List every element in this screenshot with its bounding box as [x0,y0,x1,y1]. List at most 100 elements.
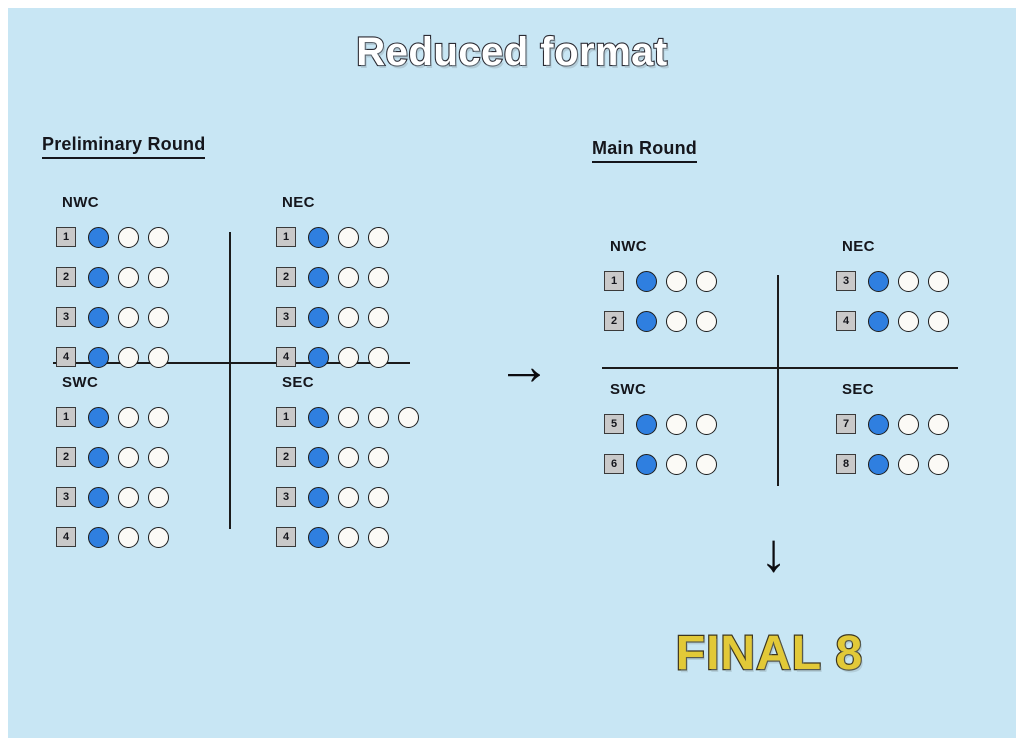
qualified-slot-dot [308,526,329,548]
seed-box: 2 [56,267,76,287]
seed-box: 6 [604,454,624,474]
open-slot-dot [338,306,359,328]
group-preliminary-nwc: NWC 1 2 3 4 [56,194,178,382]
group-label-swc: SWC [610,381,647,398]
open-slot-dot [118,266,139,288]
team-row: 7 [836,409,958,439]
open-slot-dot [118,346,139,368]
team-row: 4 [276,342,398,372]
group-preliminary-sec: SEC 1 2 3 4 [276,374,428,562]
open-slot-dot [898,453,919,475]
open-slot-dot [148,266,169,288]
team-row: 5 [604,409,726,439]
open-slot-dot [368,266,389,288]
preliminary-vertical-divider [229,232,231,529]
team-row: 2 [56,442,178,472]
seed-box: 2 [276,267,296,287]
qualified-slot-dot [88,346,109,368]
qualified-slot-dot [868,453,889,475]
open-slot-dot [696,270,717,292]
qualified-slot-dot [308,306,329,328]
open-slot-dot [928,413,949,435]
seed-box: 3 [276,307,296,327]
team-row: 8 [836,449,958,479]
group-main-nec: NEC 3 4 [836,238,958,346]
team-row: 3 [56,302,178,332]
seed-box: 1 [56,407,76,427]
open-slot-dot [148,346,169,368]
group-label-swc: SWC [62,374,99,391]
seed-box: 3 [836,271,856,291]
qualified-slot-dot [868,270,889,292]
open-slot-dot [666,413,687,435]
qualified-slot-dot [88,486,109,508]
seed-box: 4 [56,347,76,367]
seed-box: 2 [56,447,76,467]
open-slot-dot [666,270,687,292]
team-row: 3 [276,482,428,512]
final-stage-label: FINAL 8 [675,626,864,681]
diagram-canvas: Reduced format Preliminary Round NWC 1 2 3 4… [8,8,1016,738]
group-main-swc: SWC 5 6 [604,381,726,489]
open-slot-dot [928,310,949,332]
open-slot-dot [696,310,717,332]
team-row: 3 [836,266,958,296]
open-slot-dot [368,346,389,368]
arrow-down-icon: ↓ [760,523,787,583]
open-slot-dot [118,306,139,328]
open-slot-dot [368,306,389,328]
seed-box: 5 [604,414,624,434]
open-slot-dot [148,486,169,508]
main-round-heading: Main Round [592,138,697,163]
group-preliminary-swc: SWC 1 2 3 4 [56,374,178,562]
seed-box: 3 [56,487,76,507]
open-slot-dot [368,406,389,428]
open-slot-dot [696,453,717,475]
seed-box: 4 [56,527,76,547]
team-row: 2 [276,442,428,472]
seed-box: 2 [604,311,624,331]
team-row: 1 [604,266,726,296]
group-label-sec: SEC [842,381,875,398]
group-label-nec: NEC [282,194,315,211]
qualified-slot-dot [88,446,109,468]
seed-box: 3 [276,487,296,507]
qualified-slot-dot [636,270,657,292]
qualified-slot-dot [88,526,109,548]
open-slot-dot [666,310,687,332]
group-label-sec: SEC [282,374,315,391]
seed-box: 4 [276,527,296,547]
group-label-nwc: NWC [610,238,648,255]
open-slot-dot [118,226,139,248]
team-row: 3 [276,302,398,332]
open-slot-dot [148,306,169,328]
seed-box: 4 [836,311,856,331]
open-slot-dot [338,486,359,508]
open-slot-dot [898,413,919,435]
qualified-slot-dot [88,226,109,248]
preliminary-round-heading: Preliminary Round [42,134,206,159]
qualified-slot-dot [308,226,329,248]
open-slot-dot [338,406,359,428]
qualified-slot-dot [636,413,657,435]
qualified-slot-dot [88,306,109,328]
qualified-slot-dot [308,406,329,428]
team-row: 1 [276,402,428,432]
qualified-slot-dot [868,413,889,435]
open-slot-dot [338,526,359,548]
open-slot-dot [368,226,389,248]
qualified-slot-dot [868,310,889,332]
team-row: 2 [56,262,178,292]
open-slot-dot [368,486,389,508]
group-label-nwc: NWC [62,194,100,211]
open-slot-dot [898,270,919,292]
group-preliminary-nec: NEC 1 2 3 4 [276,194,398,382]
qualified-slot-dot [308,446,329,468]
open-slot-dot [338,226,359,248]
open-slot-dot [398,406,419,428]
team-row: 4 [836,306,958,336]
team-row: 4 [276,522,428,552]
group-main-sec: SEC 7 8 [836,381,958,489]
qualified-slot-dot [88,266,109,288]
seed-box: 1 [56,227,76,247]
